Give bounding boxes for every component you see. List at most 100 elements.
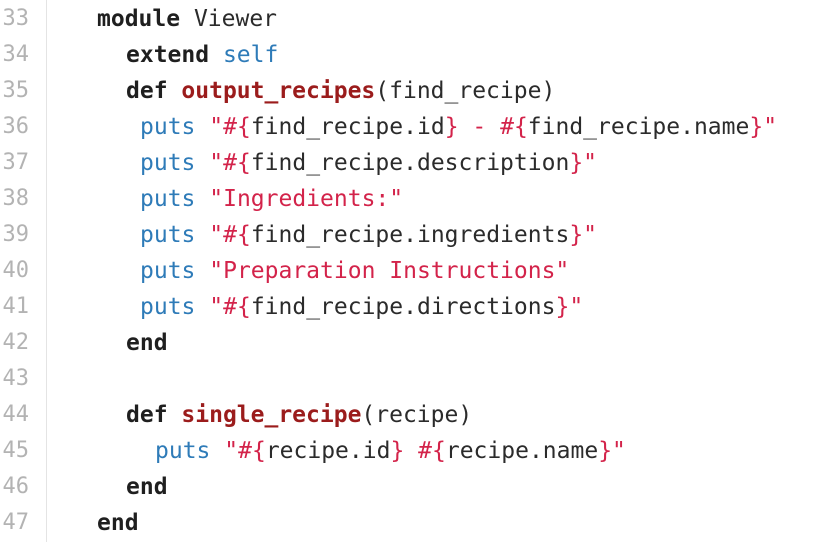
- code-token: self: [222, 42, 279, 68]
- code-line[interactable]: 44 def single_recipe(recipe): [0, 397, 820, 433]
- code-token: }: [749, 114, 764, 140]
- code-token: recipe.name: [445, 438, 599, 464]
- code-line[interactable]: 35 def output_recipes(find_recipe): [0, 73, 820, 109]
- code-token: single_recipe: [181, 402, 362, 428]
- line-code: puts "Ingredients:": [140, 181, 403, 217]
- line-number: 44: [2, 402, 30, 427]
- code-token: ": [583, 150, 598, 176]
- code-token: #{: [238, 438, 266, 464]
- code-token: }: [598, 438, 613, 464]
- code-token: }: [569, 222, 584, 248]
- line-number: 41: [2, 294, 30, 319]
- line-code: end: [97, 505, 139, 541]
- code-line[interactable]: 42 end: [0, 325, 820, 361]
- code-token: }: [444, 114, 459, 140]
- line-number: 33: [2, 6, 30, 31]
- code-token: find_recipe.ingredients: [250, 222, 570, 248]
- line-number: 40: [2, 258, 30, 283]
- code-token: puts: [140, 258, 196, 284]
- code-token: def: [126, 78, 168, 104]
- code-token: end: [126, 330, 168, 356]
- code-token: #{: [500, 114, 528, 140]
- line-number: 45: [2, 438, 30, 463]
- code-line[interactable]: 33 module Viewer: [0, 1, 820, 37]
- code-token: "Preparation Instructions": [209, 258, 570, 284]
- code-token: ": [209, 222, 224, 248]
- code-token: find_recipe.directions: [250, 294, 556, 320]
- code-token: #{: [223, 150, 251, 176]
- code-token: extend: [126, 42, 210, 68]
- line-code: def single_recipe(recipe): [126, 397, 472, 433]
- code-line[interactable]: 47 end: [0, 505, 820, 541]
- code-token: find_recipe.id: [250, 114, 445, 140]
- code-token: -: [458, 114, 501, 140]
- code-token: }: [390, 438, 405, 464]
- code-editor[interactable]: 33 module Viewer 34 extend self 35 def output…: [0, 0, 820, 542]
- line-code: puts "#{find_recipe.ingredients}": [140, 217, 597, 253]
- line-number: 39: [2, 222, 30, 247]
- code-token: def: [126, 402, 168, 428]
- line-code: puts "#{recipe.id} #{recipe.name}": [155, 433, 626, 469]
- code-line[interactable]: 45 puts "#{recipe.id} #{recipe.name}": [0, 433, 820, 469]
- line-number: 46: [2, 474, 30, 499]
- line-number: 34: [2, 42, 30, 67]
- code-token: (find_recipe): [375, 78, 556, 104]
- code-line[interactable]: 41 puts "#{find_recipe.directions}": [0, 289, 820, 325]
- code-token: ": [612, 438, 626, 464]
- code-line[interactable]: 37 puts "#{find_recipe.description}": [0, 145, 820, 181]
- code-token: puts: [155, 438, 211, 464]
- code-line[interactable]: 43: [0, 361, 820, 397]
- code-token: }: [555, 294, 570, 320]
- line-number: 42: [2, 330, 30, 355]
- line-code: puts "#{find_recipe.description}": [140, 145, 597, 181]
- code-line[interactable]: 36 puts "#{find_recipe.id} - #{find_recip…: [0, 109, 820, 145]
- line-code: puts "Preparation Instructions": [140, 253, 569, 289]
- code-token: output_recipes: [181, 78, 376, 104]
- code-token: puts: [140, 186, 196, 212]
- code-token: ": [583, 222, 598, 248]
- code-token: #{: [223, 294, 251, 320]
- code-line[interactable]: 39 puts "#{find_recipe.ingredients}": [0, 217, 820, 253]
- line-code: puts "#{find_recipe.id} - #{find_recipe.…: [140, 109, 777, 145]
- code-token: find_recipe.description: [250, 150, 570, 176]
- line-code: end: [126, 469, 168, 505]
- code-token: puts: [140, 222, 196, 248]
- line-number: 36: [2, 114, 30, 139]
- code-line[interactable]: 40 puts "Preparation Instructions": [0, 253, 820, 289]
- line-code: extend self: [126, 37, 278, 73]
- line-number: 37: [2, 150, 30, 175]
- line-code: end: [126, 325, 168, 361]
- code-token: puts: [140, 114, 196, 140]
- code-token: end: [97, 510, 139, 536]
- code-token: ": [763, 114, 778, 140]
- line-number: 47: [2, 510, 30, 535]
- code-line[interactable]: 46 end: [0, 469, 820, 505]
- code-token: ": [209, 294, 224, 320]
- code-token: #{: [418, 438, 446, 464]
- code-token: find_recipe.name: [527, 114, 750, 140]
- line-number: 43: [2, 366, 30, 391]
- code-token: (recipe): [361, 402, 473, 428]
- code-token: ": [209, 150, 224, 176]
- code-token: "Ingredients:": [209, 186, 404, 212]
- code-token: ": [224, 438, 239, 464]
- code-token: #{: [223, 114, 251, 140]
- code-token: #{: [223, 222, 251, 248]
- line-number: 35: [2, 78, 30, 103]
- code-token: ": [209, 114, 224, 140]
- code-token: Viewer: [180, 6, 278, 32]
- code-token: puts: [140, 294, 196, 320]
- code-token: end: [126, 474, 168, 500]
- code-line[interactable]: 38 puts "Ingredients:": [0, 181, 820, 217]
- code-line[interactable]: 34 extend self: [0, 37, 820, 73]
